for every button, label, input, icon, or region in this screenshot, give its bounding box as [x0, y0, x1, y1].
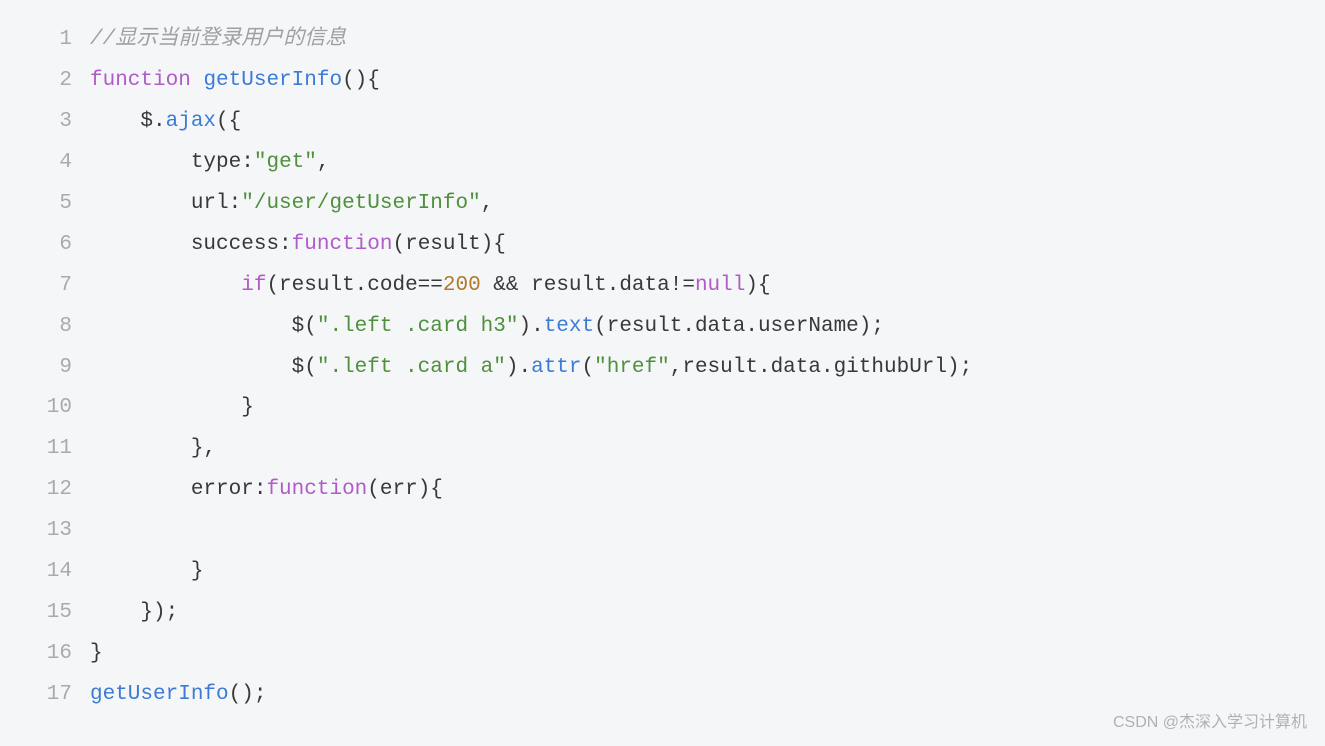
- line-number: 11: [0, 429, 72, 470]
- code-line-14: }: [90, 552, 1325, 593]
- code-line-13: [90, 511, 1325, 552]
- code-line-11: },: [90, 429, 1325, 470]
- line-number: 1: [0, 20, 72, 61]
- line-number: 10: [0, 388, 72, 429]
- code-line-7: if(result.code==200 && result.data!=null…: [90, 266, 1325, 307]
- line-number: 6: [0, 225, 72, 266]
- code-line-12: error:function(err){: [90, 470, 1325, 511]
- line-number: 16: [0, 634, 72, 675]
- line-number: 8: [0, 307, 72, 348]
- line-number: 7: [0, 266, 72, 307]
- code-line-1: //显示当前登录用户的信息: [90, 20, 1325, 61]
- line-number: 5: [0, 184, 72, 225]
- line-number: 13: [0, 511, 72, 552]
- code-content: //显示当前登录用户的信息 function getUserInfo(){ $.…: [90, 20, 1325, 716]
- line-numbers-gutter: 1 2 3 4 5 6 7 8 9 10 11 12 13 14 15 16 1…: [0, 20, 90, 716]
- code-line-4: type:"get",: [90, 143, 1325, 184]
- code-line-6: success:function(result){: [90, 225, 1325, 266]
- code-line-3: $.ajax({: [90, 102, 1325, 143]
- line-number: 2: [0, 61, 72, 102]
- code-block: 1 2 3 4 5 6 7 8 9 10 11 12 13 14 15 16 1…: [0, 20, 1325, 716]
- code-line-9: $(".left .card a").attr("href",result.da…: [90, 348, 1325, 389]
- line-number: 9: [0, 348, 72, 389]
- line-number: 15: [0, 593, 72, 634]
- code-line-5: url:"/user/getUserInfo",: [90, 184, 1325, 225]
- code-line-2: function getUserInfo(){: [90, 61, 1325, 102]
- line-number: 4: [0, 143, 72, 184]
- line-number: 12: [0, 470, 72, 511]
- line-number: 3: [0, 102, 72, 143]
- code-line-8: $(".left .card h3").text(result.data.use…: [90, 307, 1325, 348]
- code-line-16: }: [90, 634, 1325, 675]
- line-number: 17: [0, 675, 72, 716]
- code-line-10: }: [90, 388, 1325, 429]
- code-line-15: });: [90, 593, 1325, 634]
- watermark: CSDN @杰深入学习计算机: [1113, 707, 1307, 738]
- line-number: 14: [0, 552, 72, 593]
